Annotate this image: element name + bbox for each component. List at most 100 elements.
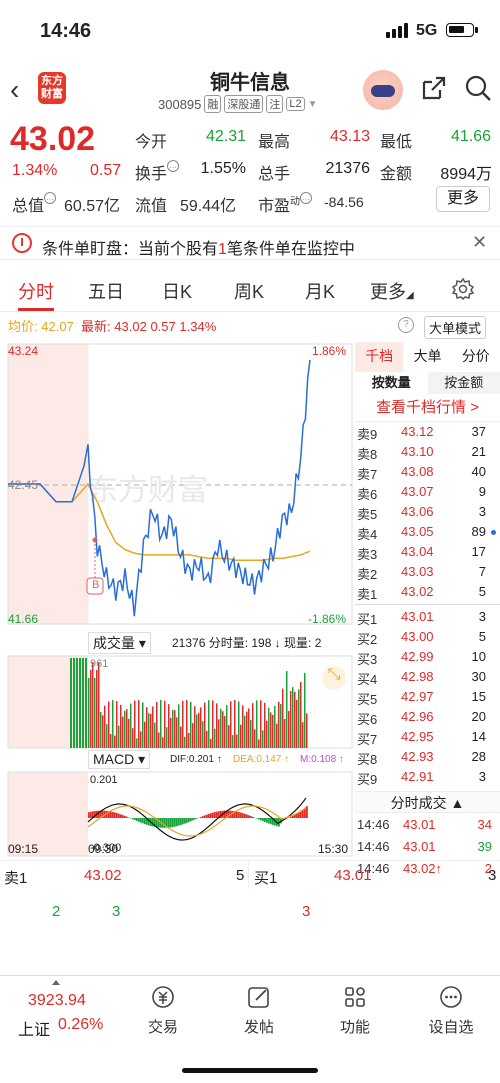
level-label: 买3 bbox=[357, 652, 378, 667]
edit-icon bbox=[248, 987, 269, 1008]
volume-bar bbox=[178, 704, 180, 748]
tab-five-day[interactable]: 五日 bbox=[88, 278, 124, 304]
intraday-chart[interactable]: 东方财富 43.24 42.45 41.66 1.86% -1.86% B 成交… bbox=[0, 340, 355, 860]
help-icon[interactable]: ? bbox=[398, 317, 414, 333]
volume-bar bbox=[120, 704, 122, 748]
macd-bar bbox=[202, 816, 204, 818]
tag-level2[interactable]: L2 bbox=[286, 97, 305, 111]
tab-intraday[interactable]: 分时 bbox=[18, 278, 54, 304]
volume-info: 21376 分时量: 198 ↓ 现量: 2 bbox=[172, 636, 322, 650]
info-icon[interactable]: … bbox=[44, 192, 57, 204]
float-value: 59.44亿 bbox=[180, 198, 237, 215]
macd-bar bbox=[256, 818, 258, 819]
volume-bar bbox=[204, 702, 206, 748]
view-depth-link[interactable]: 查看千档行情 > bbox=[355, 394, 500, 422]
level-price: 42.99 bbox=[401, 649, 434, 664]
tab-depth[interactable]: 千档 bbox=[355, 342, 404, 372]
level-label: 卖6 bbox=[357, 487, 378, 502]
volume-bar bbox=[238, 701, 240, 748]
ticks-header[interactable]: 分时成交 ▲ bbox=[355, 791, 500, 813]
volume-label: 总手 bbox=[258, 166, 291, 183]
volume-selector[interactable]: 成交量 ▾ bbox=[88, 632, 151, 654]
volume-bar bbox=[210, 738, 212, 748]
macd-bar bbox=[212, 812, 214, 818]
book-row[interactable]: 买4 42.98 30 bbox=[355, 667, 500, 687]
tab-large-orders[interactable]: 大单 bbox=[403, 342, 451, 372]
volume-bar bbox=[85, 658, 87, 748]
search-icon[interactable] bbox=[464, 74, 492, 102]
close-icon[interactable]: ✕ bbox=[472, 232, 487, 253]
volume-bar bbox=[146, 707, 148, 748]
macd-selector[interactable]: MACD ▾ bbox=[88, 750, 151, 769]
condition-order-banner[interactable]: 条件单盯盘：当前个股有1笔条件单在监控中 ✕ bbox=[0, 226, 500, 260]
book-row[interactable]: 买3 42.99 10 bbox=[355, 647, 500, 667]
level-volume: 5 bbox=[479, 789, 486, 791]
level-volume: 3 bbox=[478, 769, 486, 784]
time-start-label: 09:15 bbox=[8, 842, 39, 856]
nav-trade[interactable]: 交易 bbox=[128, 984, 198, 1037]
volume-bar bbox=[104, 705, 106, 748]
level-label: 买2 bbox=[357, 632, 378, 647]
sell1-price: 43.02 bbox=[84, 867, 122, 884]
large-order-button[interactable]: 大单模式 bbox=[424, 316, 487, 339]
expand-icon[interactable]: ⤡ bbox=[322, 666, 346, 690]
tab-daily-k[interactable]: 日K bbox=[162, 278, 192, 304]
macd-bar bbox=[172, 818, 174, 828]
book-row[interactable]: 买1 43.01 3 bbox=[355, 607, 500, 627]
nav-post[interactable]: 发帖 bbox=[224, 984, 294, 1037]
volume-bar bbox=[76, 658, 78, 748]
share-icon[interactable] bbox=[420, 74, 448, 102]
book-row[interactable]: 卖7 43.08 40 bbox=[355, 462, 500, 482]
volume-bar bbox=[272, 714, 274, 748]
level-label: 买7 bbox=[357, 732, 378, 747]
book-row[interactable]: 买9 42.91 3 bbox=[355, 767, 500, 787]
book-row[interactable]: 卖2 43.03 7 bbox=[355, 562, 500, 582]
book-row[interactable]: 买6 42.96 20 bbox=[355, 707, 500, 727]
tab-more[interactable]: 更多◢ bbox=[370, 278, 414, 304]
level-label: 卖8 bbox=[357, 447, 378, 462]
macd-bar bbox=[144, 818, 146, 825]
macd-bar bbox=[250, 816, 252, 818]
tab-price-dist[interactable]: 分价 bbox=[452, 342, 500, 372]
book-row[interactable]: 买7 42.95 14 bbox=[355, 727, 500, 747]
book-row[interactable]: 卖8 43.10 21 bbox=[355, 442, 500, 462]
book-row[interactable]: 卖1 43.02 5 bbox=[355, 582, 500, 602]
tab-monthly-k[interactable]: 月K bbox=[305, 278, 335, 304]
nav-functions[interactable]: 功能 bbox=[320, 984, 390, 1037]
book-row[interactable]: 卖4 43.05 89 bbox=[355, 522, 500, 542]
volume-bar bbox=[174, 710, 176, 748]
volume-bar bbox=[116, 701, 118, 748]
book-row[interactable]: 买10 42.90 5 bbox=[355, 787, 500, 791]
volume-bar bbox=[188, 732, 190, 748]
level-price: 43.10 bbox=[401, 444, 434, 459]
book-row[interactable]: 买5 42.97 15 bbox=[355, 687, 500, 707]
status-time: 14:46 bbox=[40, 20, 92, 42]
tab-weekly-k[interactable]: 周K bbox=[234, 278, 264, 304]
book-row[interactable]: 买2 43.00 5 bbox=[355, 627, 500, 647]
more-button[interactable]: 更多 bbox=[436, 186, 490, 212]
chevron-down-icon[interactable]: ▼ bbox=[308, 99, 318, 110]
macd-bar bbox=[290, 816, 292, 818]
gear-icon[interactable] bbox=[452, 278, 474, 300]
volume-bar bbox=[196, 714, 198, 748]
nav-watchlist[interactable]: 设自选 bbox=[416, 984, 486, 1037]
volume-bar bbox=[244, 715, 246, 748]
book-row[interactable]: 买8 42.93 28 bbox=[355, 747, 500, 767]
stock-code: 300895 bbox=[158, 96, 202, 112]
index-name[interactable]: 上证 bbox=[18, 1016, 50, 1040]
index-pct[interactable]: 0.26% bbox=[58, 1016, 103, 1034]
book-row[interactable]: 卖6 43.07 9 bbox=[355, 482, 500, 502]
info-icon[interactable]: … bbox=[167, 160, 180, 172]
info-icon[interactable]: … bbox=[300, 192, 313, 204]
index-value[interactable]: 3923.94 bbox=[28, 992, 86, 1010]
assistant-avatar[interactable] bbox=[363, 70, 403, 110]
volume-bar bbox=[152, 706, 154, 748]
tab-by-amount[interactable]: 按金额 bbox=[427, 372, 500, 394]
level-price: 43.07 bbox=[401, 484, 434, 499]
macd-bar bbox=[242, 813, 244, 818]
book-row[interactable]: 卖9 43.12 37 bbox=[355, 422, 500, 442]
book-row[interactable]: 卖5 43.06 3 bbox=[355, 502, 500, 522]
tab-by-quantity[interactable]: 按数量 bbox=[355, 372, 428, 394]
book-row[interactable]: 卖3 43.04 17 bbox=[355, 542, 500, 562]
tag-connect: 深股通 bbox=[224, 95, 264, 113]
